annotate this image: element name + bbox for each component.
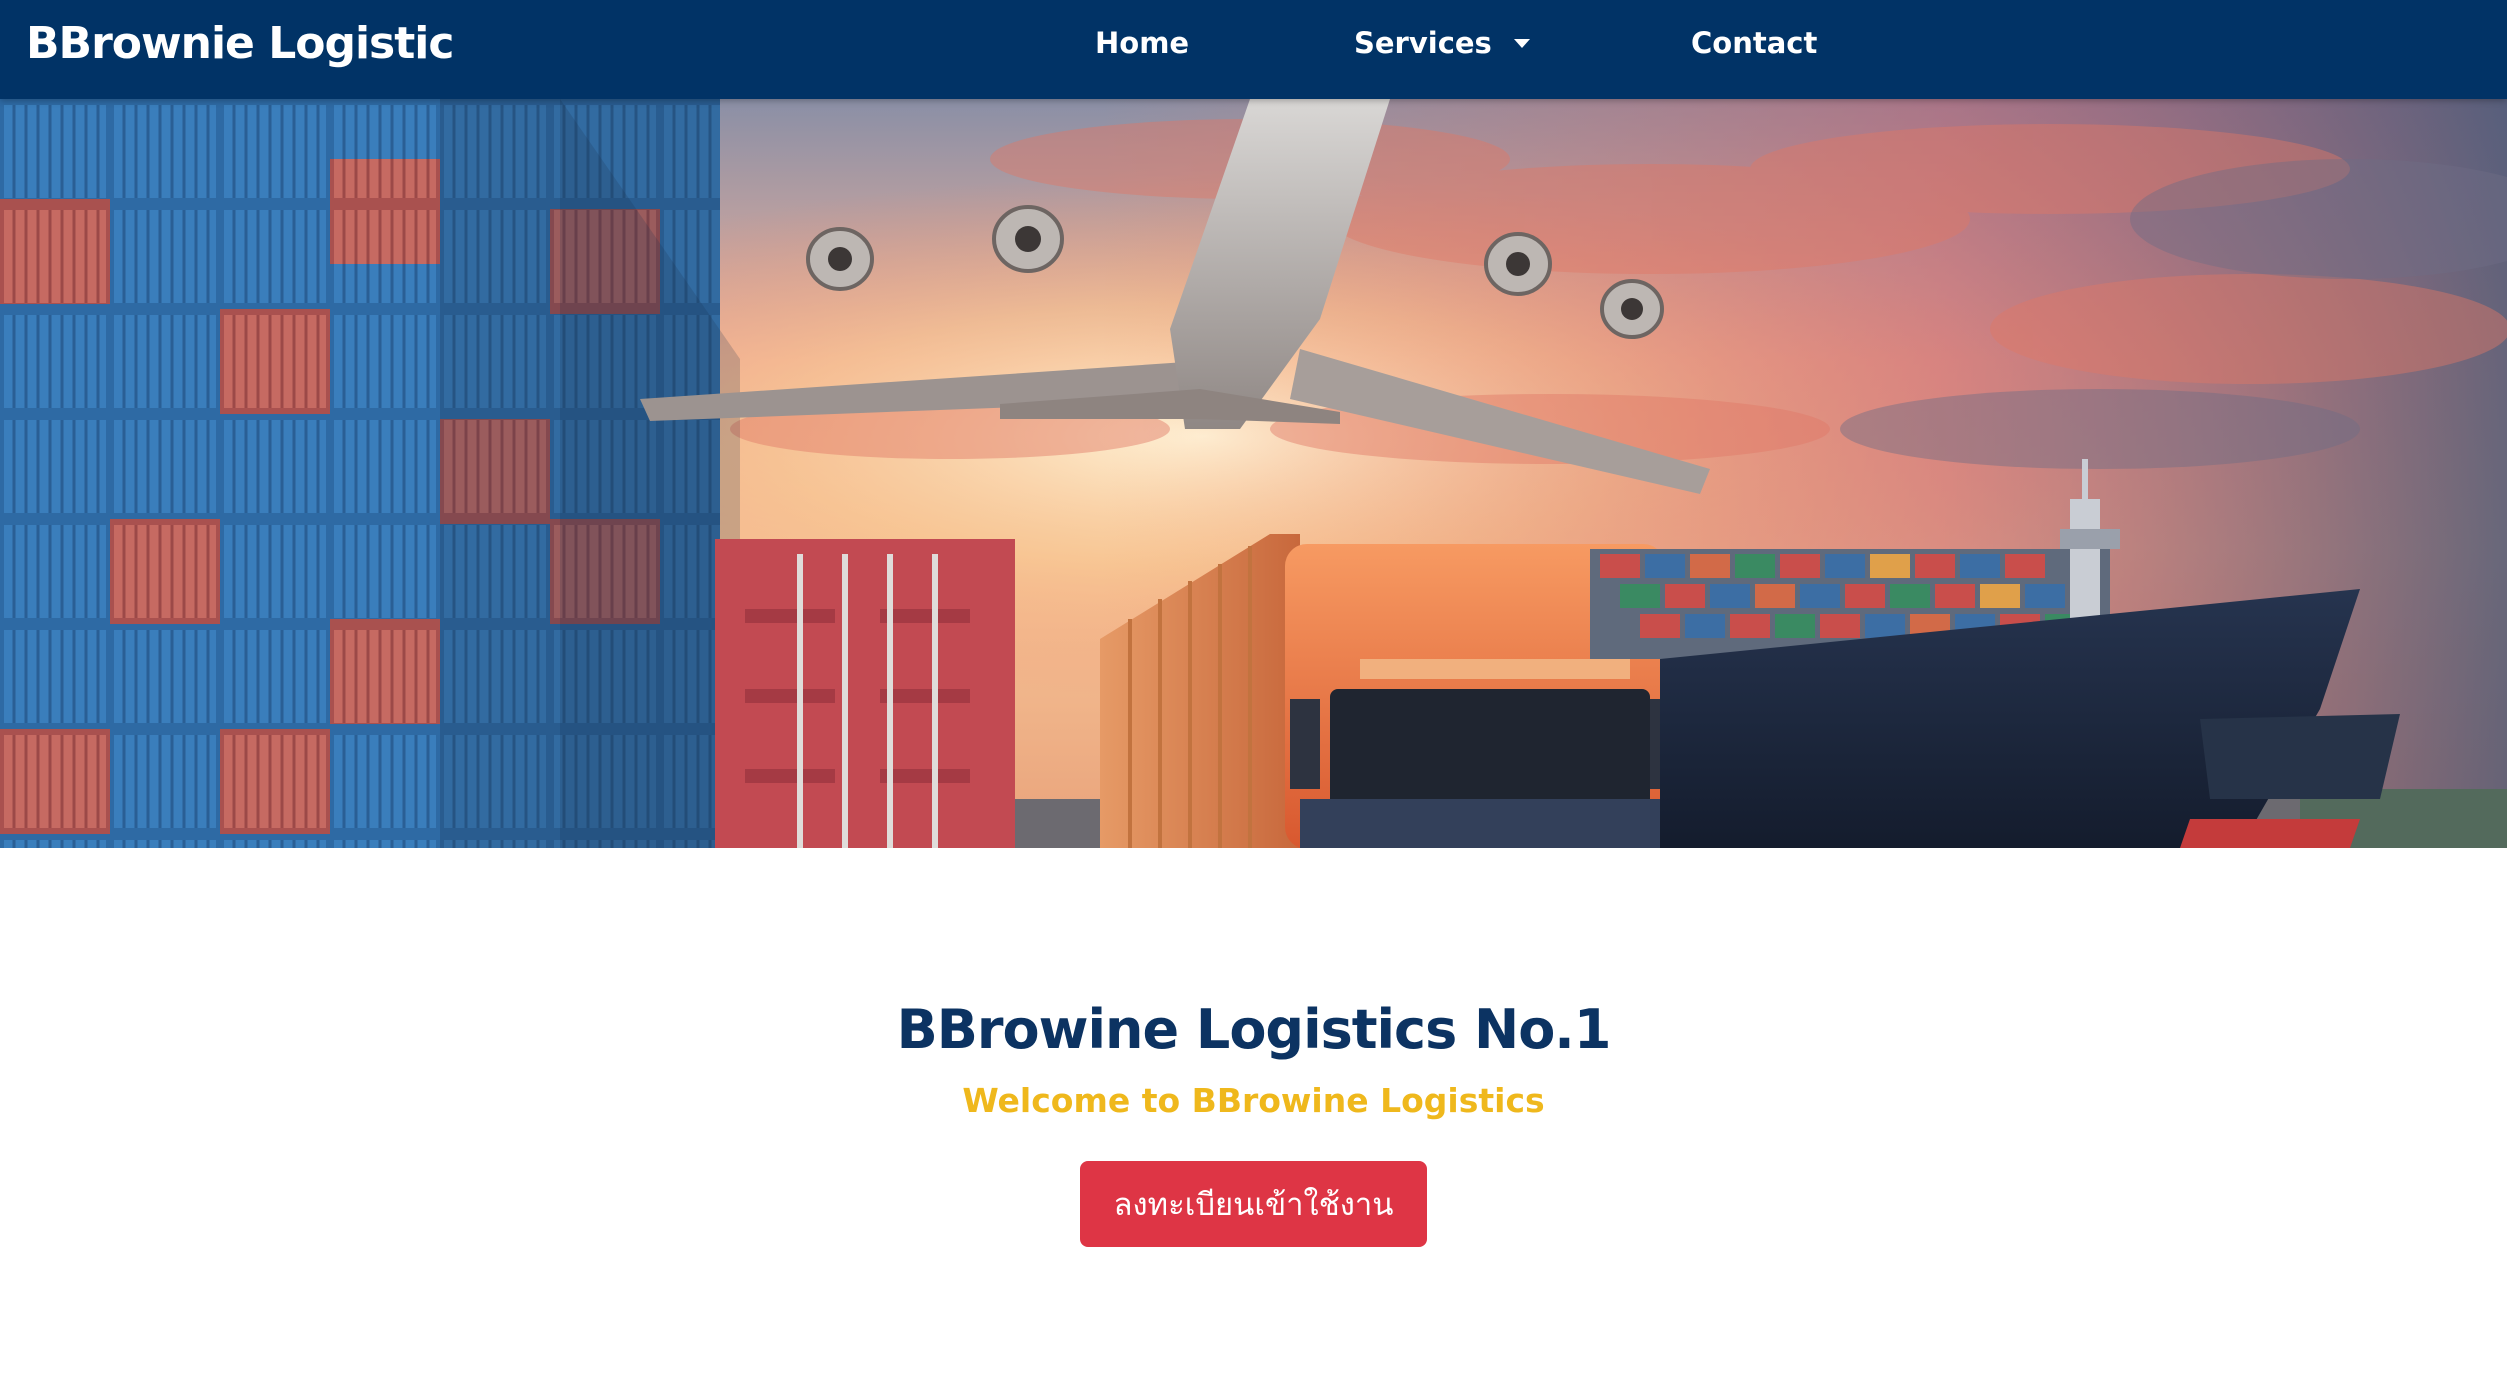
top-navbar: BBrownie Logistic Home Services Contact xyxy=(0,0,2507,99)
nav-services-label: Services xyxy=(1354,26,1492,60)
nav-services-dropdown[interactable]: Services xyxy=(1354,26,1530,60)
register-button[interactable]: ลงทะเบียนเข้าใช้งาน xyxy=(1079,1160,1428,1247)
welcome-section: BBrowine Logistics No.1 Welcome to BBrow… xyxy=(0,1000,2507,1247)
hero-banner-image xyxy=(0,99,2507,848)
welcome-subheadline: Welcome to BBrowine Logistics xyxy=(962,1081,1545,1121)
nav-contact-link[interactable]: Contact xyxy=(1691,26,1817,60)
page-headline: BBrowine Logistics No.1 xyxy=(896,998,1612,1061)
caret-down-icon xyxy=(1513,38,1530,48)
brand-logo-text[interactable]: BBrownie Logistic xyxy=(26,18,454,69)
nav-contact-label: Contact xyxy=(1691,26,1818,60)
nav-home-label: Home xyxy=(1095,26,1190,60)
nav-home-link[interactable]: Home xyxy=(1095,26,1189,60)
